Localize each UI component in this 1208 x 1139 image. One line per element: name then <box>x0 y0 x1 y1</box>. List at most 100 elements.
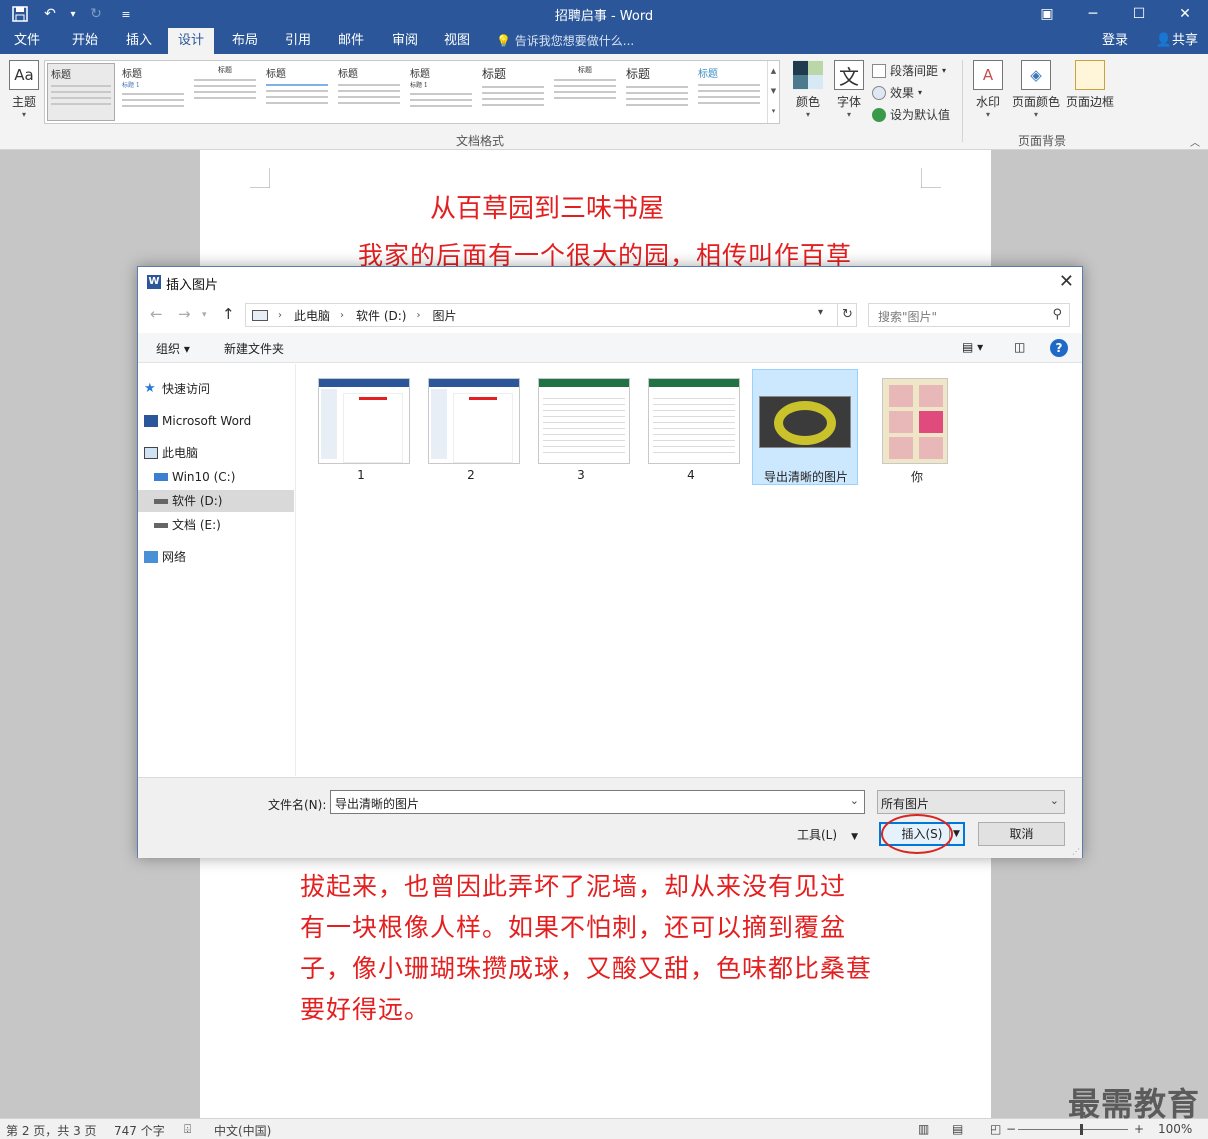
address-dropdown-icon[interactable]: ▾ <box>818 307 823 318</box>
tab-design[interactable]: 设计 <box>168 28 215 54</box>
navigation-bar: ← → ▾ ↑ › 此电脑 › 软件 (D:) › 图片 ▾ ↻ 搜索"图片" … <box>138 301 1082 329</box>
style-set-item[interactable]: 标题 <box>479 63 547 121</box>
maximize-button[interactable]: ☐ <box>1116 0 1162 28</box>
style-set-item[interactable]: 标题 <box>551 63 619 121</box>
file-item[interactable]: 导出清晰的图片 <box>752 369 858 485</box>
file-thumbnail <box>759 396 851 448</box>
document-paragraph-line: 有一块根像人样。如果不怕刺，还可以摘到覆盆 <box>300 913 847 942</box>
themes-button[interactable]: Aa 主题 ▾ <box>4 60 44 119</box>
file-item[interactable]: 3 <box>528 370 634 486</box>
web-layout-icon[interactable]: ◰ <box>990 1122 1001 1136</box>
nav-drive-c[interactable]: Win10 (C:) <box>138 466 294 488</box>
tab-file[interactable]: 文件 <box>4 28 50 54</box>
status-bar: 第 2 页，共 3 页 747 个字 ⌹ 中文(中国) ▥ ▤ ◰ − + 10… <box>0 1118 1208 1139</box>
set-default-button[interactable]: 设为默认值 <box>872 106 950 123</box>
style-set-item[interactable]: 标题 <box>623 63 691 121</box>
nav-label: Microsoft Word <box>162 414 252 428</box>
nav-microsoft-word[interactable]: Microsoft Word <box>138 410 294 432</box>
back-arrow-icon: ← <box>150 305 163 323</box>
proofing-icon[interactable]: ⌹ <box>184 1122 191 1137</box>
collapse-ribbon-icon[interactable]: ︿ <box>1190 134 1200 149</box>
paragraph-spacing-button[interactable]: 段落间距 ▾ <box>872 62 946 79</box>
sign-in-link[interactable]: 登录 <box>1102 28 1128 54</box>
nav-network[interactable]: 网络 <box>138 546 294 568</box>
nav-label: Win10 (C:) <box>172 470 236 484</box>
close-button[interactable]: ✕ <box>1162 0 1208 28</box>
search-input[interactable]: 搜索"图片" ⚲ <box>868 303 1070 327</box>
style-set-item[interactable]: 标题 <box>695 63 763 121</box>
style-set-item[interactable]: 标题 <box>263 63 331 121</box>
nav-this-pc[interactable]: 此电脑 <box>138 442 294 464</box>
gallery-scroll[interactable]: ▲ ▼ ▾ <box>767 61 779 123</box>
title-bar: ↶ ▾ ↻ ≡ 招聘启事 - Word ▣ ─ ☐ ✕ <box>0 0 1208 28</box>
tab-insert[interactable]: 插入 <box>116 28 162 54</box>
nav-quick-access[interactable]: ★ 快速访问 <box>138 378 294 400</box>
minimize-button[interactable]: ─ <box>1070 0 1116 28</box>
print-layout-icon[interactable]: ▤ <box>952 1122 963 1136</box>
share-button[interactable]: 👤共享 <box>1156 28 1198 54</box>
file-item[interactable]: 你 <box>864 370 970 486</box>
address-bar[interactable]: › 此电脑 › 软件 (D:) › 图片 <box>245 303 857 327</box>
zoom-slider-thumb[interactable] <box>1080 1124 1083 1135</box>
file-item[interactable]: 4 <box>638 370 744 486</box>
file-item[interactable]: 1 <box>308 370 414 486</box>
filename-input[interactable]: 导出清晰的图片 ⌄ <box>330 790 865 814</box>
computer-icon <box>144 447 158 459</box>
style-set-item[interactable]: 标题 标题 1 <box>407 63 475 121</box>
up-arrow-icon[interactable]: ↑ <box>222 305 235 323</box>
cancel-button[interactable]: 取消 <box>978 822 1065 846</box>
zoom-out-icon[interactable]: − <box>1006 1122 1016 1136</box>
tools-button[interactable]: 工具(L) ▼ <box>797 826 858 843</box>
resize-grip[interactable]: ⋰ <box>1072 847 1080 856</box>
watermark-button[interactable]: A 水印 ▾ <box>968 60 1008 119</box>
file-name: 1 <box>357 468 365 482</box>
document-body: 拔起来，也曾因此弄坏了泥墙，却从来没有见过 有一块根像人样。如果不怕刺，还可以摘… <box>300 866 930 1030</box>
document-paragraph-line: 拔起来，也曾因此弄坏了泥墙，却从来没有见过 <box>300 872 847 901</box>
style-set-item[interactable]: 标题 <box>47 63 115 121</box>
tell-me-box[interactable]: 💡 告诉我您想要做什么... <box>496 28 634 54</box>
word-count[interactable]: 747 个字 <box>114 1122 165 1139</box>
new-folder-button[interactable]: 新建文件夹 <box>224 340 284 357</box>
tab-mailings[interactable]: 邮件 <box>328 28 374 54</box>
view-options-icon[interactable]: ▤ ▾ <box>962 340 983 354</box>
file-type-select[interactable]: 所有图片 ⌄ <box>877 790 1065 814</box>
style-subheading: 标题 1 <box>122 82 140 89</box>
help-icon[interactable]: ? <box>1050 339 1068 357</box>
tab-home[interactable]: 开始 <box>62 28 108 54</box>
nav-drive-d[interactable]: 软件 (D:) <box>138 490 294 512</box>
style-set-item[interactable]: 标题 <box>191 63 259 121</box>
colors-label: 颜色 <box>795 95 820 109</box>
fonts-button[interactable]: 文 字体 ▾ <box>829 60 869 119</box>
tab-references[interactable]: 引用 <box>275 28 321 54</box>
preview-pane-icon[interactable]: ◫ <box>1014 340 1025 354</box>
document-format-gallery[interactable]: 标题 标题 标题 1 标题 标题 标题 标题 标题 1 标题 标题 标题 标题 ▲ ▼… <box>44 60 780 124</box>
organize-button[interactable]: 组织 ▾ <box>156 340 190 357</box>
page-borders-button[interactable]: 页面边框 <box>1064 60 1116 110</box>
tab-view[interactable]: 视图 <box>434 28 480 54</box>
crop-mark <box>921 168 941 188</box>
style-set-item[interactable]: 标题 <box>335 63 403 121</box>
breadcrumb-this-pc[interactable]: 此电脑 <box>294 307 330 324</box>
ribbon: Aa 主题 ▾ 标题 标题 标题 1 标题 标题 标题 标题 标题 1 标题 标题 … <box>0 54 1208 150</box>
colors-button[interactable]: 颜色 ▾ <box>788 60 828 119</box>
style-set-item[interactable]: 标题 标题 1 <box>119 63 187 121</box>
ribbon-display-options-icon[interactable]: ▣ <box>1024 0 1070 28</box>
person-icon: 👤 <box>1155 33 1172 48</box>
dialog-close-icon[interactable]: ✕ <box>1059 271 1074 292</box>
effects-button[interactable]: 效果 ▾ <box>872 84 922 101</box>
windows-drive-icon <box>154 473 168 481</box>
style-heading: 标题 <box>266 69 286 80</box>
chevron-down-icon[interactable]: ⌄ <box>850 794 859 807</box>
tab-layout[interactable]: 布局 <box>222 28 268 54</box>
page-count[interactable]: 第 2 页，共 3 页 <box>6 1122 97 1139</box>
breadcrumb-drive-d[interactable]: 软件 (D:) <box>356 307 406 324</box>
tab-review[interactable]: 审阅 <box>382 28 428 54</box>
page-color-button[interactable]: ◈ 页面颜色 ▾ <box>1010 60 1062 119</box>
nav-drive-e[interactable]: 文档 (E:) <box>138 514 294 536</box>
language-indicator[interactable]: 中文(中国) <box>214 1122 271 1139</box>
breadcrumb-pictures[interactable]: 图片 <box>432 307 456 324</box>
zoom-slider[interactable] <box>1018 1129 1128 1130</box>
file-item[interactable]: 2 <box>418 370 524 486</box>
refresh-icon[interactable]: ↻ <box>837 303 857 327</box>
read-mode-icon[interactable]: ▥ <box>918 1122 929 1136</box>
